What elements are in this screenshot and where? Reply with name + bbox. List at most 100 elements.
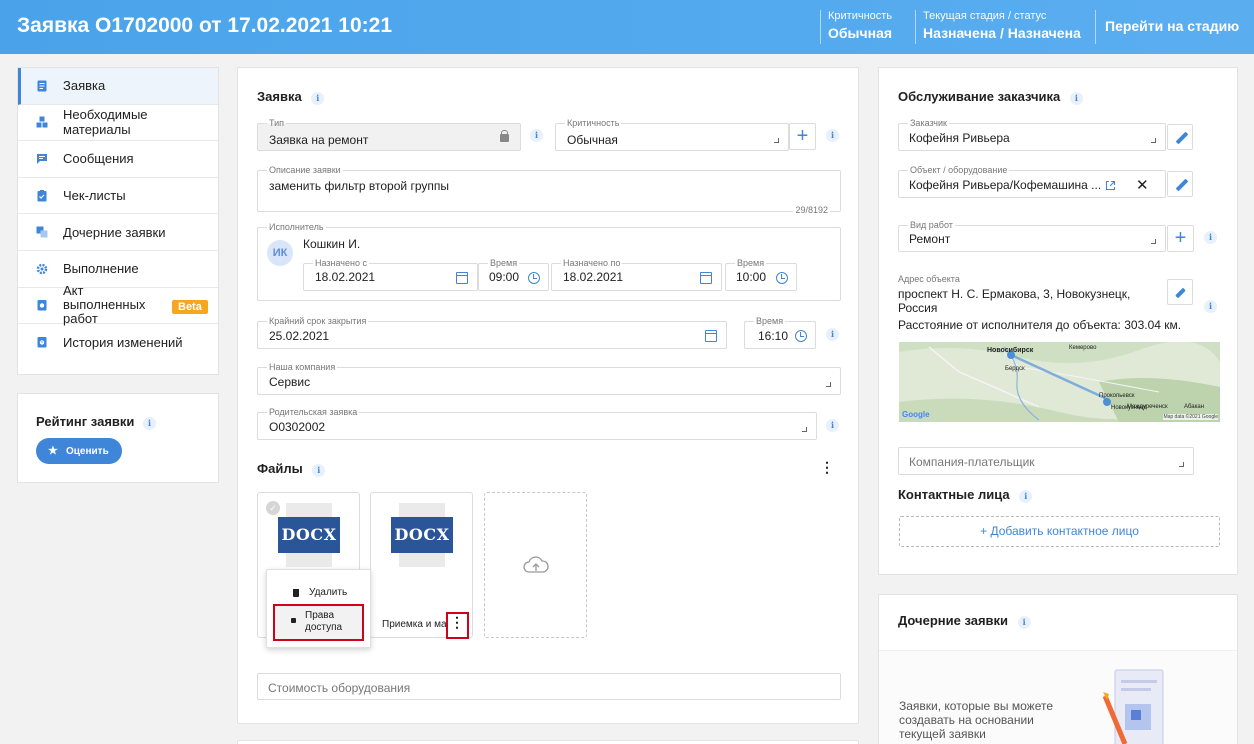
cloud-upload-icon (523, 556, 549, 573)
document-icon (37, 80, 47, 92)
address-line1: проспект Н. С. Ермакова, 3, Новокузнецк, (898, 287, 1131, 301)
work-type-select[interactable]: Вид работ Ремонт (898, 220, 1166, 252)
map-label-kemerovo: Кемерово (1069, 345, 1097, 351)
sidebar-item-history[interactable]: История изменений (18, 324, 218, 361)
act-icon (37, 300, 47, 311)
info-icon[interactable]: i (826, 419, 839, 432)
files-title: Файлы i (257, 461, 326, 477)
menu-access-rights[interactable]: Права доступа (305, 610, 342, 634)
company-value: Сервис (269, 375, 311, 389)
time2-field[interactable]: Время 10:00 (725, 258, 797, 291)
goto-stage-button[interactable]: Перейти на стадию (1095, 10, 1239, 44)
info-icon[interactable]: i (143, 417, 157, 430)
object-select[interactable]: Объект / оборудование Кофейня Ривьера/Ко… (898, 165, 1166, 198)
assigned-from-date[interactable]: Назначено с 18.02.2021 (303, 258, 478, 291)
map[interactable]: Новосибирск Кемерово Бердск Прокопьевск … (899, 342, 1220, 422)
calendar-icon[interactable] (705, 330, 717, 342)
info-icon[interactable]: i (311, 92, 325, 105)
time1-field[interactable]: Время 09:00 (478, 258, 549, 291)
contacts-title-text: Контактные лица (898, 487, 1010, 502)
executor-name[interactable]: Кошкин И. (303, 237, 360, 251)
docx-label: DOCX (278, 517, 340, 553)
parent-request-select[interactable]: Родительская заявка O0302002 (257, 407, 817, 440)
time1-label: Время (488, 258, 520, 268)
add-contact-button[interactable]: + Добавить контактное лицо (899, 516, 1220, 547)
info-icon[interactable]: i (1017, 616, 1031, 629)
menu-delete[interactable]: Удалить (309, 587, 347, 598)
add-criticality-button[interactable]: + (789, 123, 816, 150)
info-icon[interactable]: i (312, 464, 326, 477)
time2-value: 10:00 (736, 270, 767, 284)
edit-address-button[interactable] (1167, 279, 1193, 305)
info-icon[interactable]: i (1204, 300, 1217, 313)
info-icon[interactable]: i (1204, 231, 1217, 244)
assigned-to-label: Назначено по (561, 258, 623, 268)
company-select[interactable]: Наша компания Сервис (257, 362, 841, 395)
sidebar-item-materials[interactable]: Необходимые материалы (18, 105, 218, 142)
sidebar-item-label: Чек-листы (63, 188, 126, 204)
sidebar-item-label: Дочерние заявки (63, 224, 166, 240)
description-counter: 29/8192 (793, 205, 830, 215)
criticality-select[interactable]: Критичность Обычная (555, 118, 789, 151)
upload-dropzone[interactable] (484, 492, 587, 638)
child-requests-card: Дочерние заявки i Заявки, которые вы мож… (878, 594, 1238, 744)
edit-object-button[interactable] (1167, 171, 1193, 197)
clock-icon[interactable] (528, 272, 540, 284)
payer-placeholder: Компания-плательщик (909, 455, 1035, 469)
sidebar-item-label: Сообщения (63, 151, 134, 167)
menu-access-rights-line2: доступа (305, 622, 343, 633)
request-section-title-text: Заявка (257, 89, 302, 104)
next-card-edge (237, 740, 859, 744)
parent-value: O0302002 (269, 420, 326, 434)
info-icon[interactable]: i (1019, 490, 1033, 503)
customer-label: Заказчик (908, 118, 949, 128)
deadline-date[interactable]: Крайний срок закрытия 25.02.2021 (257, 316, 727, 349)
checklist-icon (37, 189, 47, 202)
sidebar-item-messages[interactable]: Сообщения (18, 141, 218, 178)
sidebar-item-child-requests[interactable]: Дочерние заявки (18, 214, 218, 251)
sidebar-item-checklists[interactable]: Чек-листы (18, 178, 218, 215)
stage-block: Текущая стадия / статус Назначена / Назн… (915, 10, 1081, 44)
pencil-icon (1175, 287, 1186, 299)
documents-illustration-icon (1102, 669, 1164, 744)
criticality-field-value: Обычная (567, 133, 618, 147)
customer-section-title: Обслуживание заказчика i (898, 89, 1083, 105)
description-field[interactable]: Описание заявки заменить фильтр второй г… (257, 165, 841, 215)
file-card[interactable]: DOCX Приемка и ма ⋮ (370, 492, 473, 639)
docx-label: DOCX (391, 517, 453, 553)
assigned-to-date[interactable]: Назначено по 18.02.2021 (551, 258, 722, 291)
rate-button[interactable]: ★ Оценить (36, 438, 122, 464)
google-logo: Google (902, 410, 930, 419)
executor-label: Исполнитель (267, 222, 326, 232)
info-icon[interactable]: i (530, 129, 543, 142)
files-title-text: Файлы (257, 461, 303, 476)
rating-card: Рейтинг заявки i ★ Оценить (17, 393, 219, 483)
sidebar-item-execution[interactable]: Выполнение (18, 251, 218, 288)
equipment-cost-input[interactable]: Стоимость оборудования (257, 673, 841, 700)
clock-icon[interactable] (795, 330, 807, 342)
external-link-icon[interactable] (1105, 180, 1116, 191)
calendar-icon[interactable] (456, 272, 468, 284)
sidebar-item-act[interactable]: Акт выполненных работ Beta (18, 284, 218, 326)
sidebar-item-label: Необходимые материалы (63, 107, 148, 138)
deadline-time[interactable]: Время 16:10 (744, 316, 816, 349)
parent-label: Родительская заявка (267, 407, 360, 417)
customer-section-title-text: Обслуживание заказчика (898, 89, 1061, 104)
info-icon[interactable]: i (826, 129, 839, 142)
edit-customer-button[interactable] (1167, 124, 1193, 150)
payer-select[interactable]: Компания-плательщик (898, 447, 1194, 475)
sidebar-item-request[interactable]: Заявка (18, 68, 218, 105)
files-menu-button[interactable]: ⋮ (818, 456, 836, 480)
info-icon[interactable]: i (1069, 92, 1083, 105)
customer-select[interactable]: Заказчик Кофейня Ривьера (898, 118, 1166, 151)
clock-icon[interactable] (776, 272, 788, 284)
docx-icon: DOCX (278, 503, 340, 573)
object-label: Объект / оборудование (908, 165, 1010, 175)
clear-icon[interactable]: ✕ (1136, 176, 1149, 194)
calendar-icon[interactable] (700, 272, 712, 284)
lock-icon (291, 618, 296, 623)
distance-text: Расстояние от исполнителя до объекта: 30… (898, 318, 1182, 332)
info-icon[interactable]: i (826, 328, 839, 341)
add-work-type-button[interactable]: + (1167, 225, 1194, 252)
criticality-value: Обычная (828, 25, 893, 41)
